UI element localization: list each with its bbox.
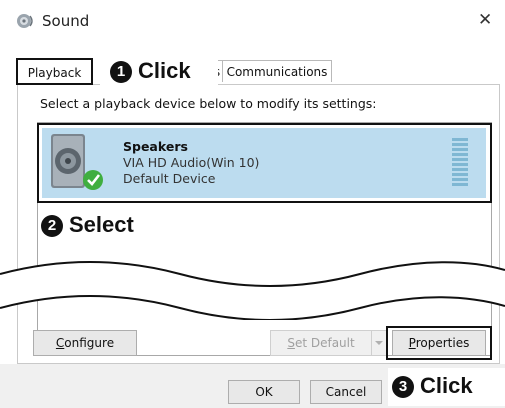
step-1-badge: 1	[110, 61, 132, 83]
speaker-app-icon	[17, 14, 33, 28]
callout-step-1: 1 Click	[110, 58, 191, 84]
cancel-button[interactable]: Cancel	[310, 380, 382, 404]
device-name: Speakers	[123, 139, 188, 154]
break-wave	[0, 261, 505, 320]
step-3-text: Click	[420, 373, 473, 398]
close-icon[interactable]: ✕	[478, 10, 492, 30]
configure-button[interactable]: Configure	[33, 330, 137, 356]
set-default-dropdown-button[interactable]	[371, 330, 387, 356]
device-driver: VIA HD Audio(Win 10)	[123, 155, 260, 170]
chevron-down-icon	[375, 341, 383, 345]
callout-step-3: 3 Click	[392, 373, 473, 399]
device-status: Default Device	[123, 171, 216, 186]
ok-button[interactable]: OK	[228, 380, 300, 404]
selection-outline	[37, 123, 492, 203]
set-default-button[interactable]: Set Default	[270, 330, 372, 356]
tab-communications[interactable]: Communications	[222, 60, 332, 82]
speaker-icon	[51, 134, 103, 190]
step-2-text: Select	[69, 212, 134, 237]
properties-button[interactable]: Properties	[392, 330, 486, 356]
tab-playback[interactable]: Playback	[16, 58, 93, 85]
callout-step-2: 2 Select	[41, 212, 134, 238]
check-badge-icon	[83, 170, 103, 190]
instruction-text: Select a playback device below to modify…	[40, 96, 377, 111]
step-1-text: Click	[138, 58, 191, 83]
step-3-badge: 3	[392, 376, 414, 398]
window-title: Sound	[42, 12, 90, 30]
step-2-badge: 2	[41, 215, 63, 237]
volume-level-meter	[452, 138, 468, 186]
